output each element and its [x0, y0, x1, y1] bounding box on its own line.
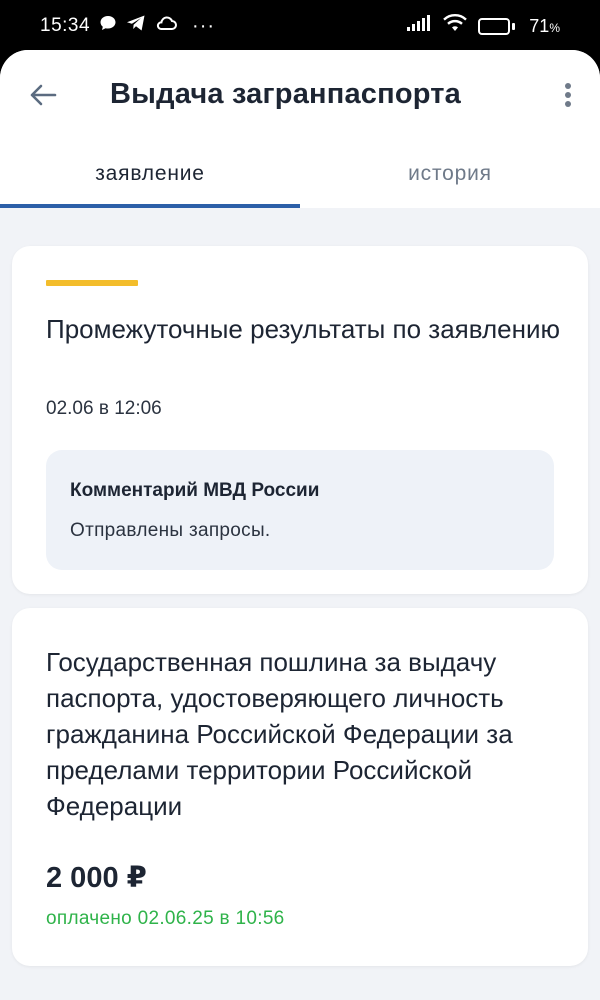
- comment-title: Комментарий МВД России: [70, 480, 320, 501]
- page-title: Выдача загранпаспорта: [110, 78, 462, 110]
- app-screen: Выдача загранпаспорта заявление история …: [0, 50, 600, 1000]
- app-header: Выдача загранпаспорта заявление история: [0, 50, 600, 208]
- overflow-menu-button[interactable]: [556, 78, 580, 112]
- tab-application[interactable]: заявление: [0, 146, 300, 208]
- cloud-icon: [155, 15, 178, 37]
- more-notifications-icon: ···: [192, 14, 216, 37]
- status-left: 15:34 ···: [40, 14, 215, 38]
- result-card: Промежуточные результаты по заявлению 02…: [12, 246, 588, 594]
- back-button[interactable]: [26, 78, 60, 112]
- wifi-icon: [442, 13, 468, 39]
- paid-status: оплачено 02.06.25 в 10:56: [46, 908, 285, 929]
- chat-bubble-icon: [99, 14, 117, 38]
- status-bar: 15:34 ··· 71%: [0, 0, 600, 52]
- signal-icon: [406, 14, 432, 38]
- status-time: 15:34: [40, 15, 91, 36]
- tab-bar: заявление история: [0, 146, 600, 208]
- battery-icon: [478, 17, 516, 35]
- arrow-left-icon: [30, 84, 57, 106]
- fee-title: Государственная пошлина за выдачу паспор…: [46, 647, 513, 821]
- status-right: 71%: [406, 13, 560, 39]
- tab-history[interactable]: история: [300, 146, 600, 208]
- accent-line: [46, 280, 138, 286]
- comment-box: Комментарий МВД России Отправлены запрос…: [46, 450, 554, 570]
- battery-percent: 71%: [529, 15, 560, 36]
- comment-text: Отправлены запросы.: [70, 520, 271, 541]
- result-title: Промежуточные результаты по заявлению: [46, 314, 560, 344]
- fee-card[interactable]: Государственная пошлина за выдачу паспор…: [12, 608, 588, 966]
- fee-amount: 2 000 ₽: [46, 862, 147, 894]
- more-vertical-icon: [565, 83, 571, 107]
- result-date: 02.06 в 12:06: [46, 398, 162, 419]
- telegram-icon: [126, 14, 146, 38]
